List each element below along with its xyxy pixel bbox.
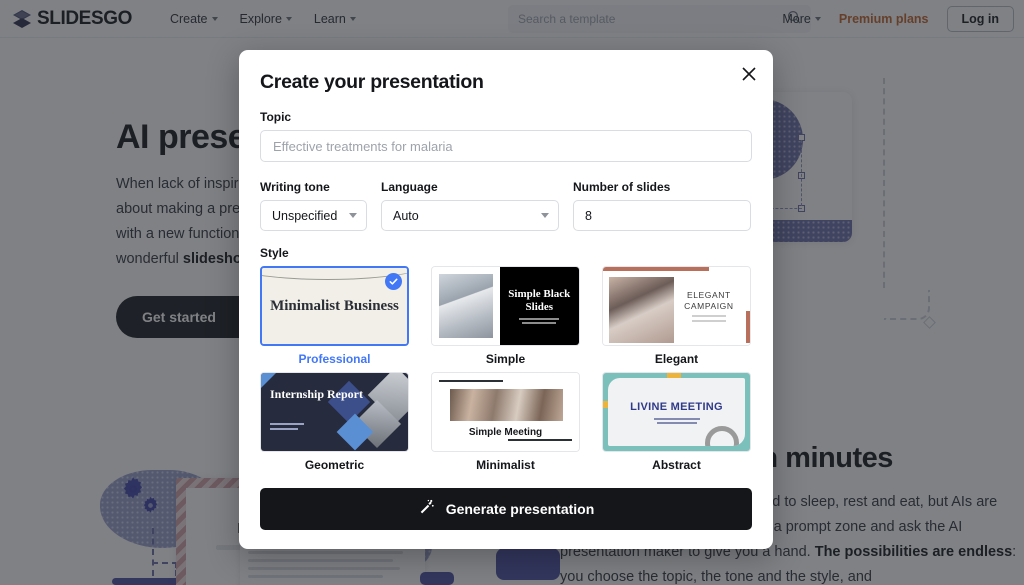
create-presentation-modal: Create your presentation Topic Writing t… bbox=[239, 50, 773, 549]
thumbnail-photo bbox=[439, 274, 493, 338]
style-option-geometric[interactable]: Internship Report Geometric bbox=[260, 372, 409, 472]
thumbnail-photo bbox=[450, 389, 563, 421]
thumbnail-subline bbox=[522, 322, 556, 324]
thumbnail-photo bbox=[609, 277, 674, 343]
language-label: Language bbox=[381, 180, 559, 194]
decorative-bar bbox=[746, 311, 750, 343]
thumbnail-title: ELEGANT CAMPAIGN bbox=[674, 290, 744, 312]
writing-tone-field: Writing tone Unspecified bbox=[260, 164, 367, 231]
topic-label: Topic bbox=[260, 110, 752, 124]
thumbnail-inner: LIVINE MEETING bbox=[608, 378, 745, 446]
decorative-arc bbox=[705, 426, 739, 446]
style-option-abstract[interactable]: LIVINE MEETING Abstract bbox=[602, 372, 751, 472]
thumbnail-subline bbox=[657, 422, 697, 424]
topic-input[interactable] bbox=[260, 130, 752, 162]
thumbnail-art: Simple Black Slides bbox=[432, 267, 579, 345]
style-option-simple[interactable]: Simple Black Slides Simple bbox=[431, 266, 580, 366]
close-icon bbox=[741, 66, 757, 82]
style-option-minimalist[interactable]: Simple Meeting Minimalist bbox=[431, 372, 580, 472]
style-name-abstract: Abstract bbox=[602, 458, 751, 472]
style-thumbnail-simple[interactable]: Simple Black Slides bbox=[431, 266, 580, 346]
decorative-line bbox=[508, 439, 572, 441]
style-label: Style bbox=[260, 246, 752, 260]
style-option-professional[interactable]: Minimalist Business Professional bbox=[260, 266, 409, 366]
thumbnail-photo-area bbox=[432, 267, 500, 345]
decorative-bar bbox=[603, 267, 709, 271]
page-root: SLIDESGO Create Explore Learn Search a t… bbox=[0, 0, 1024, 585]
style-option-elegant[interactable]: ELEGANT CAMPAIGN Elegant bbox=[602, 266, 751, 366]
style-name-geometric: Geometric bbox=[260, 458, 409, 472]
style-name-professional: Professional bbox=[260, 352, 409, 366]
thumbnail-text-area: Simple Black Slides bbox=[500, 267, 579, 345]
language-value: Auto bbox=[393, 209, 419, 223]
language-field: Language Auto bbox=[381, 164, 559, 231]
thumbnail-art: LIVINE MEETING bbox=[603, 373, 750, 451]
writing-tone-select[interactable]: Unspecified bbox=[260, 200, 367, 231]
style-name-minimalist: Minimalist bbox=[431, 458, 580, 472]
generate-presentation-button[interactable]: Generate presentation bbox=[260, 488, 752, 530]
number-of-slides-field: Number of slides bbox=[573, 164, 751, 231]
thumbnail-art: Simple Meeting bbox=[432, 373, 579, 451]
generate-presentation-label: Generate presentation bbox=[446, 501, 595, 517]
thumbnail-subline bbox=[654, 418, 700, 420]
thumbnail-subline bbox=[270, 423, 304, 425]
decorative-line bbox=[439, 380, 503, 382]
decorative-corner bbox=[261, 373, 276, 388]
thumbnail-title: Internship Report bbox=[270, 387, 363, 401]
thumbnail-title: Simple Black Slides bbox=[500, 288, 579, 314]
language-select[interactable]: Auto bbox=[381, 200, 559, 231]
number-of-slides-input[interactable] bbox=[573, 200, 751, 231]
thumbnail-subline bbox=[692, 315, 726, 317]
style-name-elegant: Elegant bbox=[602, 352, 751, 366]
style-thumbnail-geometric[interactable]: Internship Report bbox=[260, 372, 409, 452]
style-thumbnail-abstract[interactable]: LIVINE MEETING bbox=[602, 372, 751, 452]
style-thumbnail-elegant[interactable]: ELEGANT CAMPAIGN bbox=[602, 266, 751, 346]
chevron-down-icon bbox=[541, 213, 549, 218]
selected-check-badge bbox=[385, 273, 402, 290]
style-grid: Minimalist Business Professional bbox=[260, 266, 752, 472]
thumbnail-subline bbox=[270, 428, 298, 430]
check-icon bbox=[388, 276, 399, 287]
decorative-curve bbox=[260, 334, 409, 346]
magic-wand-icon bbox=[418, 499, 435, 519]
style-name-simple: Simple bbox=[431, 352, 580, 366]
number-of-slides-label: Number of slides bbox=[573, 180, 751, 194]
thumbnail-subline bbox=[519, 318, 559, 320]
chevron-down-icon bbox=[349, 213, 357, 218]
thumbnail-art: ELEGANT CAMPAIGN bbox=[603, 267, 750, 345]
writing-tone-label: Writing tone bbox=[260, 180, 367, 194]
style-thumbnail-minimalist[interactable]: Simple Meeting bbox=[431, 372, 580, 452]
thumbnail-art: Internship Report bbox=[261, 373, 408, 451]
thumbnail-subline bbox=[692, 320, 726, 322]
thumbnail-title: LIVINE MEETING bbox=[630, 401, 723, 414]
thumbnail-title: Simple Meeting bbox=[432, 427, 579, 438]
modal-title: Create your presentation bbox=[260, 71, 752, 94]
thumbnail-title: Minimalist Business bbox=[270, 298, 399, 315]
writing-tone-value: Unspecified bbox=[272, 209, 337, 223]
style-thumbnail-professional[interactable]: Minimalist Business bbox=[260, 266, 409, 346]
settings-row: Writing tone Unspecified Language Auto N… bbox=[260, 164, 752, 231]
close-button[interactable] bbox=[737, 62, 761, 86]
thumbnail-text-area: ELEGANT CAMPAIGN bbox=[674, 273, 744, 339]
